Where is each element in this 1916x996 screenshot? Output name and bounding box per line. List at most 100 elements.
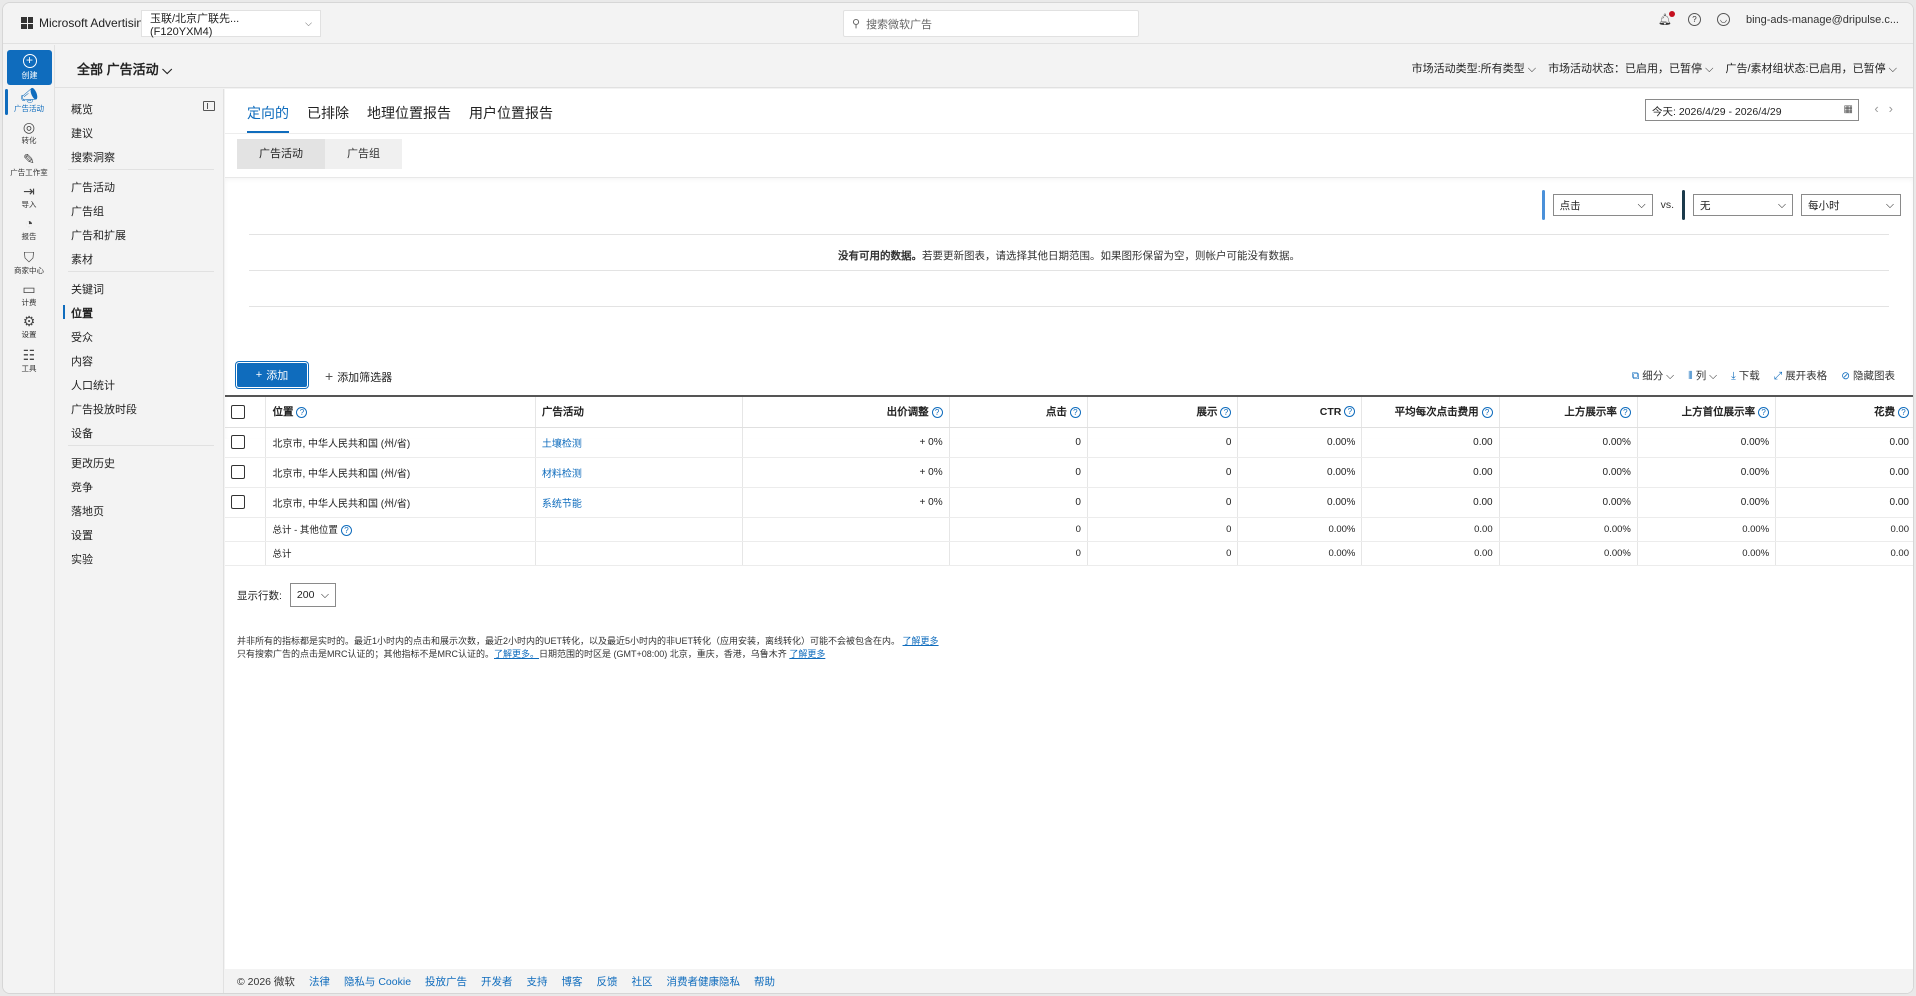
filter-ad-status[interactable]: 广告/素材组状态:已启用，已暂停 ⌵ [1725, 60, 1897, 76]
help-icon[interactable]: ? [931, 406, 943, 418]
date-range-picker[interactable]: 今天: 2026/4/29 - 2026/4/29 ▦ [1645, 99, 1859, 121]
nav-audiences[interactable]: 受众 [71, 329, 93, 345]
help-icon[interactable]: ? [340, 524, 352, 536]
nav-competition[interactable]: 竞争 [71, 479, 93, 495]
notification-bell-icon[interactable]: 🔔︎ [1658, 11, 1675, 26]
seg-ad-groups[interactable]: 广告组 [325, 139, 402, 169]
nav-ad-groups[interactable]: 广告组 [71, 203, 104, 219]
rail-item-conversions[interactable]: ◎ 转化 [3, 119, 55, 146]
expand-table-button[interactable]: ⤢ 展开表格 [1774, 368, 1827, 383]
footer-link-legal[interactable]: 法律 [309, 974, 330, 989]
col-top-impr-rate[interactable]: 上方展示率? [1498, 395, 1638, 428]
help-icon[interactable]: ? [1898, 406, 1909, 418]
hide-chart-button[interactable]: ⊘ 隐藏图表 [1841, 368, 1895, 383]
footer-link-health-privacy[interactable]: 消费者健康隐私 [667, 974, 741, 989]
col-abs-top-impr-rate[interactable]: 上方首位展示率? [1636, 395, 1776, 428]
footer-link-feedback[interactable]: 反馈 [597, 974, 618, 989]
col-clicks[interactable]: 点击? [948, 395, 1088, 428]
footer-link-developers[interactable]: 开发者 [481, 974, 513, 989]
nav-assets[interactable]: 素材 [71, 251, 93, 267]
row-checkbox[interactable] [231, 435, 245, 449]
rail-item-billing[interactable]: ▭ 计费 [3, 281, 55, 308]
nav-locations[interactable]: 位置 [63, 305, 93, 321]
footer-link-advertise[interactable]: 投放广告 [425, 974, 467, 989]
nav-campaigns[interactable]: 广告活动 [71, 179, 115, 195]
nav-settings[interactable]: 设置 [71, 527, 93, 543]
seg-campaigns[interactable]: 广告活动 [237, 139, 325, 169]
rail-item-tools[interactable]: ☷ 工具 [3, 347, 55, 374]
chevron-left-icon[interactable]: ‹ [1874, 101, 1888, 116]
columns-button[interactable]: ⦀ 列 ⌵ [1688, 368, 1717, 383]
add-filter-button[interactable]: + 添加筛选器 [325, 368, 392, 385]
footer-link-privacy[interactable]: 隐私与 Cookie [344, 974, 411, 989]
cell-bid[interactable]: + 0% [741, 427, 950, 458]
tab-targeted[interactable]: 定向的 [247, 103, 289, 133]
create-button[interactable]: + 创建 [7, 50, 52, 85]
rail-item-import[interactable]: ⇥ 导入 [3, 183, 55, 210]
help-icon[interactable]: ? [1687, 13, 1701, 26]
nav-search-insights[interactable]: 搜索洞察 [71, 149, 115, 165]
col-bid-adjustment[interactable]: 出价调整? [741, 395, 950, 428]
filter-campaign-type[interactable]: 市场活动类型:所有类型 ⌵ [1412, 60, 1536, 76]
row-checkbox[interactable] [231, 465, 245, 479]
help-icon[interactable]: ? [1220, 406, 1232, 418]
nav-change-history[interactable]: 更改历史 [71, 455, 115, 471]
segment-button[interactable]: ⧉ 细分 ⌵ [1632, 368, 1674, 383]
rail-item-merchant-center[interactable]: ⛉ 商家中心 [3, 249, 55, 276]
campaign-link[interactable]: 系统节能 [542, 499, 582, 510]
cell-bid[interactable]: + 0% [741, 457, 950, 488]
scope-selector[interactable]: 全部 广告活动 ⌵ [77, 59, 172, 78]
metric2-select[interactable]: 无 ⌵ [1693, 194, 1793, 216]
nav-experiments[interactable]: 实验 [71, 551, 93, 567]
col-campaign[interactable]: 广告活动 [534, 395, 743, 428]
col-avg-cpc[interactable]: 平均每次点击费用? [1361, 395, 1500, 428]
add-button[interactable]: + 添加 [237, 363, 307, 387]
nav-demographics[interactable]: 人口统计 [71, 377, 115, 393]
chevron-right-icon[interactable]: › [1889, 101, 1903, 116]
tab-geo-report[interactable]: 地理位置报告 [367, 103, 451, 133]
col-ctr[interactable]: CTR? [1237, 395, 1362, 428]
nav-keywords[interactable]: 关键词 [71, 281, 104, 297]
nav-landing-pages[interactable]: 落地页 [71, 503, 104, 519]
nav-overview[interactable]: 概览 [71, 101, 93, 117]
nav-content[interactable]: 内容 [71, 353, 93, 369]
tab-user-location-report[interactable]: 用户位置报告 [469, 103, 553, 133]
help-icon[interactable]: ? [1069, 406, 1081, 418]
select-all-checkbox[interactable] [231, 404, 245, 419]
col-location[interactable]: 位置? [265, 395, 536, 428]
nav-ad-schedule[interactable]: 广告投放时段 [71, 401, 137, 417]
footer-link-support[interactable]: 支持 [527, 974, 548, 989]
help-icon[interactable]: ? [1481, 406, 1493, 418]
footer-link-blog[interactable]: 博客 [562, 974, 583, 989]
help-icon[interactable]: ? [1344, 406, 1356, 418]
nav-devices[interactable]: 设备 [71, 425, 93, 441]
campaign-link[interactable]: 土壤检测 [542, 439, 582, 450]
filter-campaign-status[interactable]: 市场活动状态：已启用，已暂停 ⌵ [1548, 60, 1713, 76]
user-email[interactable]: bing-ads-manage@dripulse.c... [1746, 14, 1899, 26]
footer-link-community[interactable]: 社区 [632, 974, 653, 989]
help-icon[interactable]: ? [1758, 406, 1770, 418]
tab-excluded[interactable]: 已排除 [307, 103, 349, 133]
brand[interactable]: Microsoft Advertising [21, 16, 150, 30]
campaign-link[interactable]: 材料检测 [542, 469, 582, 480]
learn-more-link[interactable]: 了解更多。 [494, 649, 539, 659]
metric1-select[interactable]: 点击 ⌵ [1552, 194, 1653, 216]
cell-bid[interactable]: + 0% [741, 487, 950, 518]
granularity-select[interactable]: 每小时 ⌵ [1801, 194, 1901, 216]
account-selector[interactable]: 玉联/北京广联先... (F120YXM4) ⌵ [141, 10, 321, 38]
learn-more-link[interactable]: 了解更多 [903, 636, 939, 646]
search-input[interactable]: ⚲ 搜索微软广告 [843, 10, 1139, 37]
rail-item-studio[interactable]: ✎ 广告工作室 [3, 151, 55, 178]
col-spend[interactable]: 花费? [1775, 395, 1913, 428]
row-checkbox[interactable] [231, 495, 245, 509]
learn-more-link[interactable]: 了解更多 [789, 649, 825, 659]
nav-ads-extensions[interactable]: 广告和扩展 [71, 227, 126, 243]
help-icon[interactable]: ? [296, 406, 308, 418]
rows-per-page-select[interactable]: 200 ⌵ [289, 583, 336, 607]
rail-item-reports[interactable]: ◔ 报告 [3, 215, 55, 242]
rail-item-campaigns[interactable]: 📣︎ 广告活动 [3, 87, 55, 115]
collapse-nav-icon[interactable] [203, 101, 215, 111]
download-button[interactable]: ⤓ 下载 [1731, 368, 1760, 383]
rail-item-settings[interactable]: ⚙ 设置 [3, 313, 55, 340]
footer-link-help[interactable]: 帮助 [754, 974, 775, 989]
